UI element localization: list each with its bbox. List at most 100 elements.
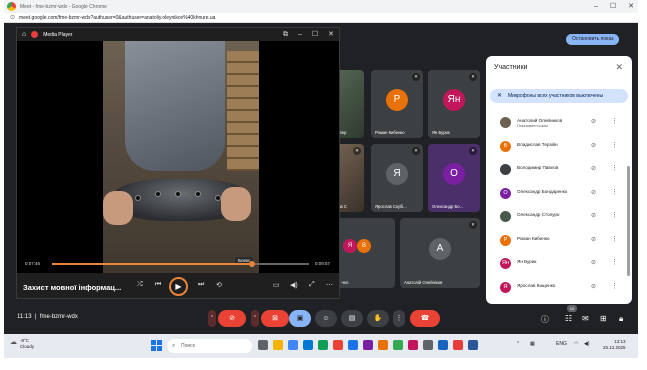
maximize-button[interactable]: ☐ (610, 0, 616, 13)
minimize-button[interactable]: – (594, 0, 598, 13)
list-item[interactable]: Ян Ян Бурик ⊘ ⋮ (486, 253, 632, 277)
chat-icon[interactable]: ✉ (582, 314, 589, 323)
camera-options-chevron-icon[interactable]: ⌃ (251, 310, 259, 327)
app-icon[interactable] (423, 340, 433, 350)
volume-icon[interactable]: ◀) (584, 341, 590, 347)
app-icon[interactable] (438, 340, 448, 350)
app-icon[interactable] (378, 340, 388, 350)
avatar (500, 164, 511, 175)
app-icon[interactable] (393, 340, 403, 350)
show-hidden-icons[interactable]: ⌃ (516, 341, 520, 347)
network-tray-icon[interactable]: ▦ (530, 341, 535, 347)
maximize-button[interactable]: ☐ (312, 28, 318, 41)
clock[interactable]: 13:13 25.12.2025 (603, 339, 626, 351)
present-button[interactable]: ▣ (289, 310, 311, 327)
info-icon[interactable]: ⓘ (541, 314, 549, 325)
list-item[interactable]: Володимир Павлов ⊘ ⋮ (486, 159, 632, 183)
site-info-icon[interactable]: ⊙ (10, 14, 15, 21)
media-title: Захист мовної інформац... (23, 283, 122, 292)
edge-icon[interactable] (303, 340, 313, 350)
mic-off-icon[interactable]: ⊘ (591, 283, 596, 290)
previous-icon[interactable]: ⏮ (155, 281, 161, 289)
camera-button[interactable]: ⊠ (261, 310, 289, 327)
more-options-icon[interactable]: ⋮ (611, 258, 618, 266)
media-player-window[interactable]: ⌂ Media Player ⧉ – ☐ ✕ Блекс 0:07:46 0:0… (16, 27, 340, 299)
close-window-button[interactable]: ✕ (628, 0, 634, 13)
store-icon[interactable] (318, 340, 328, 350)
list-item[interactable]: В Владислав Терзійн ⊘ ⋮ (486, 136, 632, 160)
more-options-icon[interactable]: ⋮ (611, 211, 618, 219)
raise-hand-button[interactable]: ✋ (367, 310, 389, 327)
captions-button[interactable]: ▤ (341, 310, 363, 327)
home-icon[interactable]: ⌂ (22, 31, 26, 38)
media-player-icon[interactable] (453, 340, 463, 350)
task-view-icon[interactable] (258, 340, 268, 350)
list-item[interactable]: О Олександр Бондаренко ⊘ ⋮ (486, 183, 632, 207)
play-button[interactable]: ▶ (169, 277, 188, 296)
shuffle-icon[interactable]: ⤮ (137, 281, 143, 289)
list-item[interactable]: Я Ярослав Кищенко ⊘ ⋮ (486, 277, 632, 301)
next-icon[interactable]: ⏭ (198, 281, 204, 289)
participant-tile[interactable]: ✕ А Анатолій Олейніков (400, 218, 480, 288)
start-button[interactable] (151, 340, 162, 351)
more-options-icon[interactable]: ⋮ (611, 117, 618, 125)
stop-presenting-button[interactable]: Остановить показ (566, 34, 620, 45)
app-icon[interactable] (333, 340, 343, 350)
panel-scrollbar[interactable] (627, 166, 630, 276)
weather-widget[interactable]: ☁ -8°C Cloudy (10, 338, 34, 350)
url-text[interactable]: meet.google.com/fme-bzmr-wdx?authuser=0&… (19, 15, 215, 21)
taskbar-search[interactable]: ⌕ Поиск (167, 339, 252, 353)
reactions-button[interactable]: ☺ (315, 310, 337, 327)
leave-call-button[interactable]: ☎ (410, 310, 440, 327)
mic-options-chevron-icon[interactable]: ⌃ (208, 310, 216, 327)
volume-icon[interactable]: ◀) (290, 281, 298, 289)
more-options-icon[interactable]: ⋮ (611, 282, 618, 290)
participant-tile[interactable]: ✕ О Олександр Бо... (428, 144, 480, 212)
mic-off-icon[interactable]: ⊘ (591, 259, 596, 266)
mic-off-icon[interactable]: ⊘ (591, 165, 596, 172)
activities-icon[interactable]: ⊞ (600, 314, 607, 323)
file-explorer-icon[interactable] (273, 340, 283, 350)
mute-all-status[interactable]: ✕ Микрофоны всех участников выключены (490, 89, 628, 103)
participant-tile[interactable]: ✕ Я Ярослав Скубі... (371, 144, 423, 212)
video-area[interactable] (17, 41, 339, 284)
participant-tile[interactable]: ✕ Ян Ян Бурик (428, 70, 480, 138)
wifi-icon[interactable]: ◠ (574, 341, 578, 347)
more-options-icon[interactable]: ⋮ (611, 141, 618, 149)
mic-off-icon[interactable]: ⊘ (591, 212, 596, 219)
app-icon[interactable] (408, 340, 418, 350)
close-icon[interactable]: ✕ (615, 62, 623, 73)
list-item[interactable]: Олександр Стопуро ⊘ ⋮ (486, 206, 632, 230)
cast-icon[interactable]: ▭ (273, 281, 280, 289)
microphone-button[interactable]: ⊘ (218, 310, 246, 327)
mic-off-icon[interactable]: ⊘ (591, 236, 596, 243)
mic-off-icon[interactable]: ⊘ (591, 142, 596, 149)
miniplayer-icon[interactable]: ⧉ (283, 28, 288, 41)
participant-status: Показывается вам (517, 124, 548, 128)
more-options-icon[interactable]: ⋮ (611, 188, 618, 196)
address-bar[interactable]: ⊙ meet.google.com/fme-bzmr-wdx?authuser=… (4, 13, 638, 23)
chrome-icon[interactable] (288, 340, 298, 350)
list-item[interactable]: Анатолий Олейников Показывается вам ⊘ ⋮ (486, 112, 632, 136)
close-button[interactable]: ✕ (328, 28, 334, 41)
app-icon[interactable] (348, 340, 358, 350)
repeat-icon[interactable]: ⟲ (216, 281, 222, 289)
seek-bar[interactable] (52, 263, 309, 265)
people-icon[interactable]: ☷ (565, 314, 572, 323)
tile-name: Олександр Бо... (432, 204, 464, 209)
mic-off-icon[interactable]: ⊘ (591, 189, 596, 196)
app-icon[interactable] (363, 340, 373, 350)
more-options-icon[interactable]: ⋮ (611, 235, 618, 243)
minimize-button[interactable]: – (298, 28, 302, 41)
language-indicator[interactable]: ENG (556, 341, 567, 347)
more-options-button[interactable]: ⋮ (393, 310, 405, 327)
more-icon[interactable]: ⋯ (326, 281, 333, 289)
more-options-icon[interactable]: ⋮ (611, 164, 618, 172)
fullscreen-icon[interactable]: ⤢ (309, 281, 315, 289)
app-icon[interactable] (468, 340, 478, 350)
mic-off-icon[interactable]: ⊘ (591, 118, 596, 125)
participant-tile[interactable]: ✕ Р Роман Кибенко (371, 70, 423, 138)
mic-off-icon: ✕ (353, 147, 361, 155)
list-item[interactable]: Р Роман Кибенко ⊘ ⋮ (486, 230, 632, 254)
host-controls-icon[interactable]: 🔒︎ (619, 314, 623, 324)
